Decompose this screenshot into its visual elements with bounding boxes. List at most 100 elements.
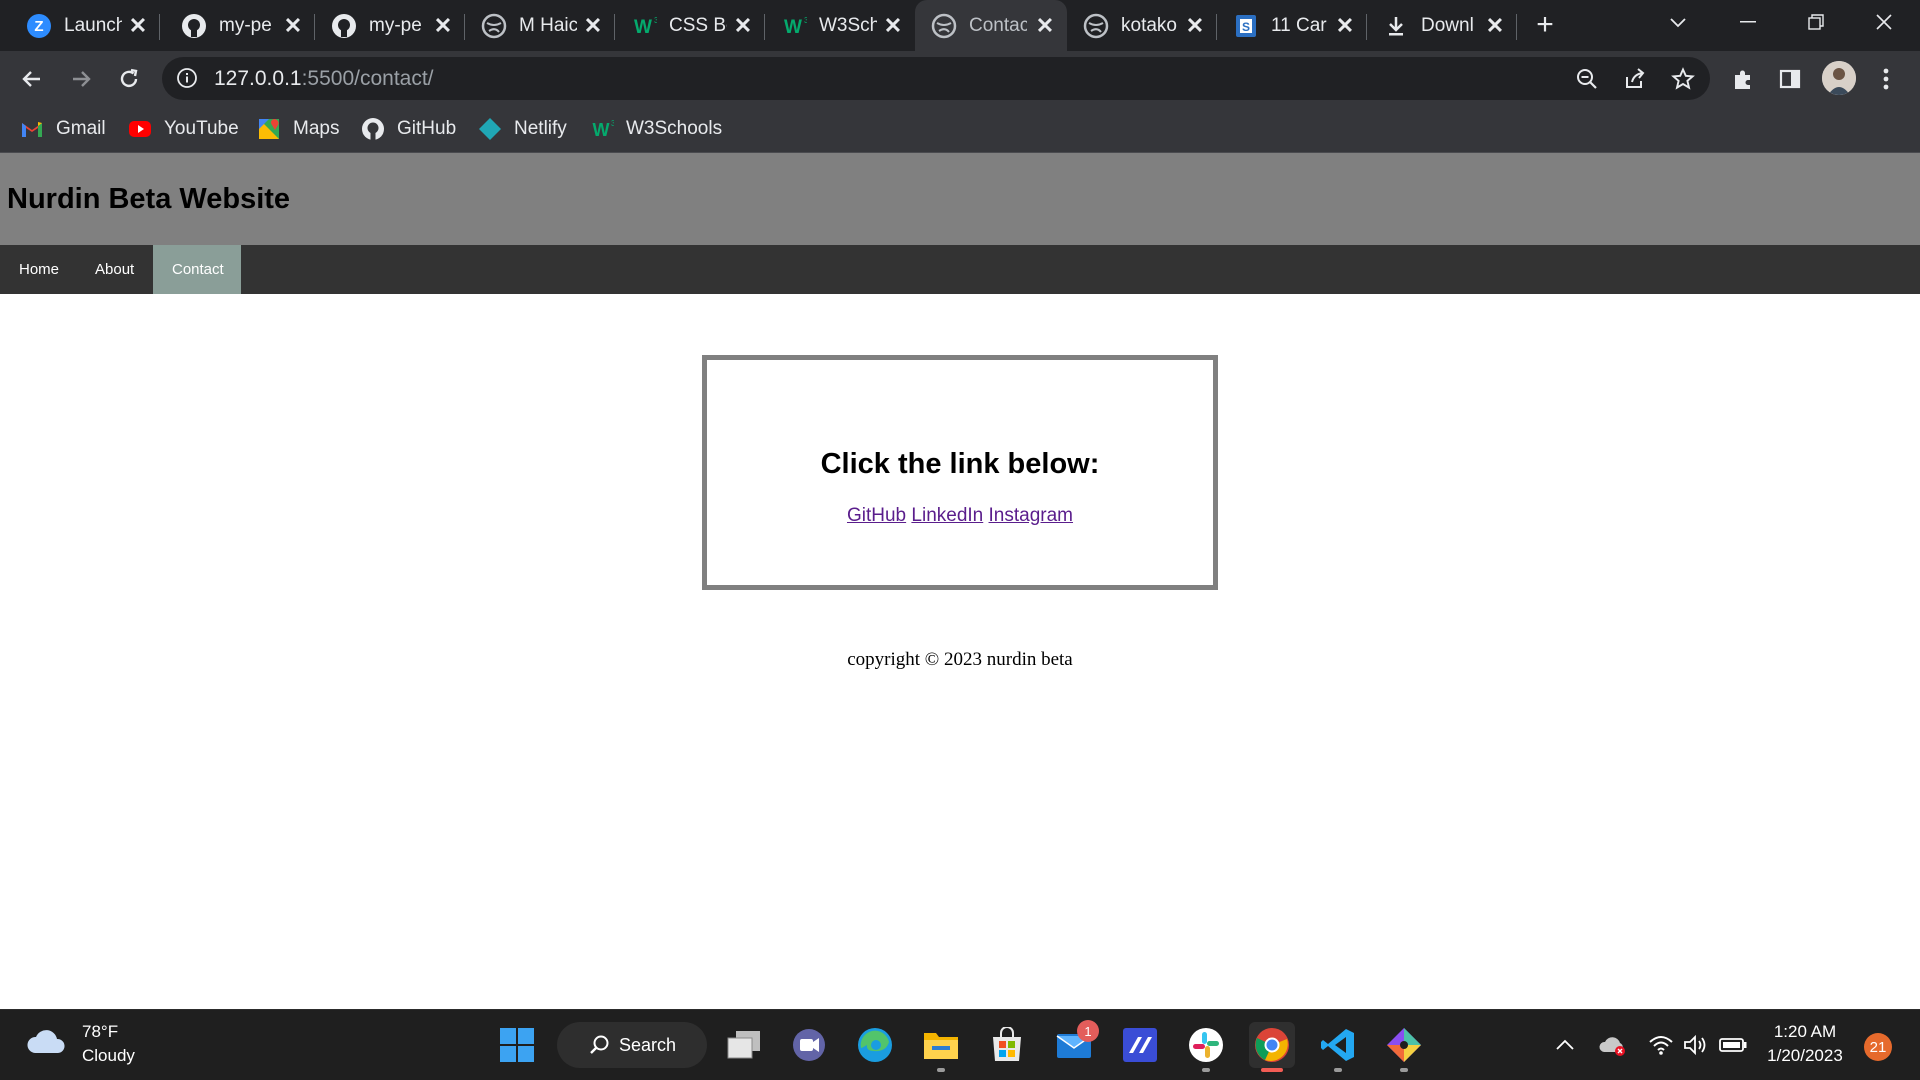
show-hidden-icons-chevron-icon[interactable] — [1550, 1030, 1580, 1060]
close-icon[interactable]: ✕ — [281, 14, 305, 38]
bookmark-w3schools[interactable]: W3 W3Schools — [590, 114, 723, 144]
nav-contact[interactable]: Contact — [153, 245, 241, 294]
tab-title: Downl — [1421, 14, 1474, 36]
extensions-icon[interactable] — [1727, 63, 1759, 95]
site-info-icon[interactable] — [176, 67, 198, 94]
contact-links: GitHub LinkedIn Instagram — [707, 505, 1213, 527]
tab-strip: Z Launch ✕ my-pe ✕ my-pe ✕ M Haic ✕ W3 C… — [0, 0, 1920, 51]
search-label: Search — [619, 1034, 677, 1055]
tab-kotako[interactable]: kotako ✕ — [1067, 0, 1217, 51]
address-bar[interactable]: 127.0.0.1:5500/contact/ — [162, 57, 1710, 100]
close-icon[interactable]: ✕ — [881, 14, 905, 38]
running-indicator — [937, 1068, 945, 1072]
bookmark-label: Netlify — [514, 118, 567, 139]
battery-icon[interactable] — [1718, 1030, 1748, 1060]
globe-icon — [481, 13, 507, 39]
weather-widget[interactable]: 78°F Cloudy — [26, 1020, 135, 1068]
chrome-menu-icon[interactable] — [1870, 63, 1902, 95]
linkedin-link[interactable]: LinkedIn — [911, 505, 983, 526]
tab-11-car[interactable]: S 11 Car ✕ — [1217, 0, 1367, 51]
tab-search-chevron-icon[interactable] — [1650, 0, 1706, 44]
tab-title: my-pe — [219, 14, 272, 36]
vscode-icon[interactable] — [1315, 1022, 1361, 1072]
notification-badge[interactable]: 21 — [1864, 1033, 1892, 1061]
w3schools-icon: W3 — [781, 13, 807, 39]
onedrive-error-icon[interactable] — [1598, 1030, 1628, 1060]
bookmark-netlify[interactable]: Netlify — [478, 114, 567, 144]
url-text[interactable]: 127.0.0.1:5500/contact/ — [214, 67, 434, 91]
close-icon[interactable]: ✕ — [1033, 14, 1057, 38]
close-window-button[interactable] — [1856, 0, 1912, 44]
share-icon[interactable] — [1620, 64, 1650, 94]
svg-text:3: 3 — [611, 119, 614, 128]
close-icon[interactable]: ✕ — [581, 14, 605, 38]
wifi-icon[interactable] — [1646, 1030, 1676, 1060]
clock-time: 1:20 AM — [1773, 1022, 1837, 1041]
nav-home[interactable]: Home — [0, 245, 78, 294]
bookmark-label: Gmail — [56, 118, 106, 139]
temperature: 78°F — [82, 1022, 119, 1041]
tab-css-bo[interactable]: W3 CSS Bo ✕ — [615, 0, 765, 51]
tab-m-haic[interactable]: M Haic ✕ — [465, 0, 615, 51]
file-explorer-icon[interactable] — [918, 1022, 964, 1072]
bookmark-gmail[interactable]: Gmail — [20, 114, 106, 144]
bookmark-youtube[interactable]: YouTube — [128, 114, 239, 144]
profile-avatar[interactable] — [1822, 61, 1856, 95]
tab-contact[interactable]: Contac ✕ — [915, 0, 1067, 51]
teams-chat-icon[interactable] — [786, 1022, 832, 1068]
tab-my-pe-2[interactable]: my-pe ✕ — [315, 0, 465, 51]
github-link[interactable]: GitHub — [847, 505, 906, 526]
app-icon[interactable] — [1117, 1022, 1163, 1068]
bookmark-star-icon[interactable] — [1668, 64, 1698, 94]
zoom-out-icon[interactable] — [1572, 64, 1602, 94]
close-icon[interactable]: ✕ — [1483, 14, 1507, 38]
svg-text:3: 3 — [654, 16, 657, 25]
tab-launch[interactable]: Z Launch ✕ — [10, 0, 160, 51]
start-button[interactable] — [494, 1022, 540, 1068]
running-indicator — [1202, 1068, 1210, 1072]
tab-w3sch[interactable]: W3 W3Sch ✕ — [765, 0, 915, 51]
back-button[interactable] — [14, 61, 50, 97]
instagram-link[interactable]: Instagram — [989, 505, 1073, 526]
bookmark-label: W3Schools — [626, 118, 723, 139]
bookmark-github[interactable]: GitHub — [361, 114, 456, 144]
tab-title: M Haic — [519, 14, 577, 36]
tab-title: 11 Car — [1271, 14, 1327, 36]
close-icon[interactable]: ✕ — [431, 14, 455, 38]
w3schools-icon: W3 — [631, 13, 657, 39]
windows-taskbar: 78°F Cloudy Search 1 1:20 AM 1/20/2023 2… — [0, 1009, 1920, 1080]
document-icon: S — [1233, 13, 1259, 39]
gmail-icon — [20, 117, 44, 141]
close-icon[interactable]: ✕ — [1183, 14, 1207, 38]
microsoft-store-icon[interactable] — [984, 1022, 1030, 1068]
volume-icon[interactable] — [1680, 1030, 1710, 1060]
site-title: Nurdin Beta Website — [7, 183, 291, 215]
restore-button[interactable] — [1788, 0, 1844, 44]
bookmark-maps[interactable]: Maps — [257, 114, 339, 144]
web-page: Nurdin Beta Website Home About Contact C… — [0, 153, 1920, 1009]
mail-icon[interactable]: 1 — [1051, 1020, 1099, 1068]
slack-icon[interactable] — [1183, 1022, 1229, 1072]
contact-heading: Click the link below: — [820, 448, 1100, 480]
task-view-icon[interactable] — [721, 1022, 767, 1068]
forward-button[interactable] — [63, 61, 99, 97]
taskbar-search[interactable]: Search — [557, 1022, 707, 1068]
contact-box: Click the link below: GitHub LinkedIn In… — [702, 355, 1218, 590]
close-icon[interactable]: ✕ — [126, 14, 150, 38]
tab-my-pe-1[interactable]: my-pe ✕ — [165, 0, 315, 51]
copyright-footer: copyright © 2023 nurdin beta — [847, 649, 1073, 670]
taskbar-clock[interactable]: 1:20 AM 1/20/2023 — [1760, 1020, 1850, 1068]
edge-icon[interactable] — [852, 1022, 898, 1068]
close-icon[interactable]: ✕ — [1333, 14, 1357, 38]
w3schools-icon: W3 — [590, 117, 615, 141]
close-icon[interactable]: ✕ — [731, 14, 755, 38]
chrome-icon[interactable] — [1249, 1022, 1295, 1072]
tab-download[interactable]: Downl ✕ — [1367, 0, 1517, 51]
minimize-button[interactable] — [1720, 0, 1776, 44]
git-app-icon[interactable] — [1381, 1022, 1427, 1072]
nav-about[interactable]: About — [76, 245, 153, 294]
reload-button[interactable] — [111, 61, 147, 97]
side-panel-icon[interactable] — [1774, 63, 1806, 95]
new-tab-button[interactable]: + — [1530, 10, 1560, 41]
tab-separator — [159, 14, 160, 40]
